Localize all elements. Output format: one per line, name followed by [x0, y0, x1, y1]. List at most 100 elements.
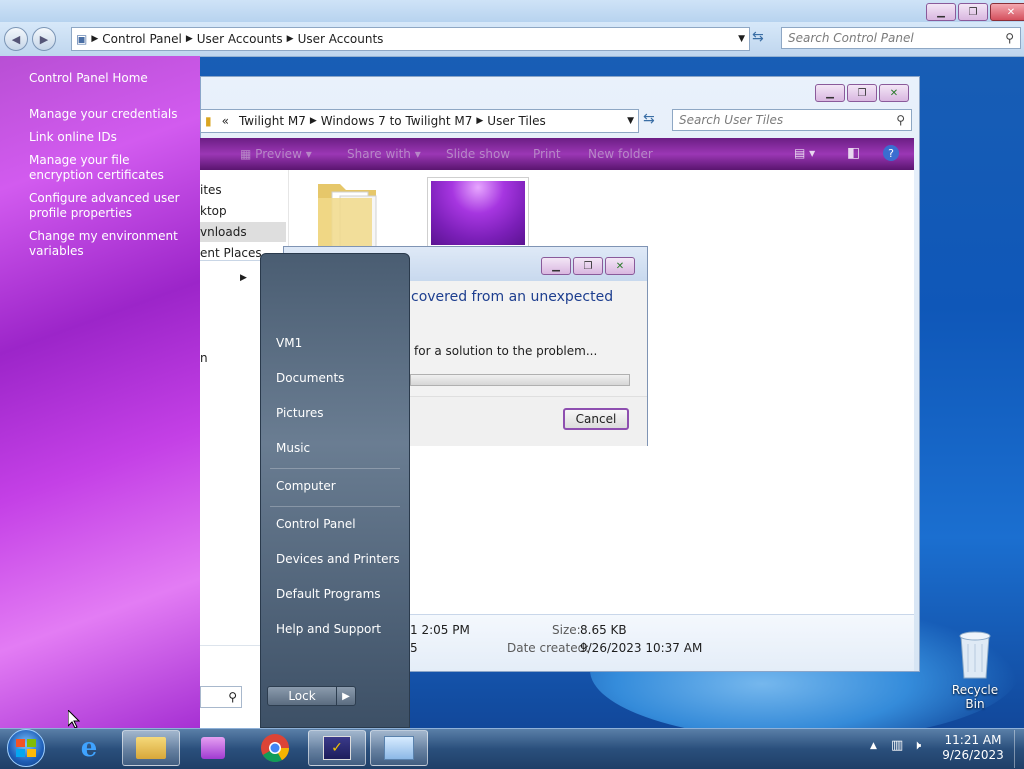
- breadcrumb-item[interactable]: Windows 7 to Twilight M7: [321, 114, 473, 128]
- details-modified-partial: 1 2:05 PM: [410, 623, 470, 637]
- start-menu-default-programs[interactable]: Default Programs: [276, 587, 381, 601]
- breadcrumb-separator-icon: ▶: [476, 116, 484, 126]
- task-link-credentials[interactable]: Manage your credentials: [29, 107, 189, 122]
- taskbar-chrome[interactable]: [246, 730, 304, 766]
- nav-item-recent-places[interactable]: ent Places: [200, 246, 262, 260]
- dialog-window-buttons: ▁ ❐ ✕: [541, 257, 635, 275]
- problem-reports-icon: ✓: [323, 736, 351, 760]
- search-icon[interactable]: ⚲: [1005, 31, 1014, 45]
- start-menu-devices-printers[interactable]: Devices and Printers: [276, 552, 400, 566]
- explorer-command-bar: ▦ Preview ▾ Share with ▾ Slide show Prin…: [200, 138, 914, 170]
- start-menu-user-vm1[interactable]: VM1: [276, 336, 302, 350]
- restore-button[interactable]: ❐: [847, 84, 877, 102]
- image-thumbnail[interactable]: [427, 177, 529, 249]
- nav-item-downloads[interactable]: vnloads: [200, 222, 286, 242]
- slide-show-button[interactable]: Slide show: [446, 147, 510, 161]
- start-menu-divider: [200, 645, 260, 646]
- taskbar-windows-explorer[interactable]: [122, 730, 180, 766]
- taskbar-control-panel[interactable]: [370, 730, 428, 766]
- change-view-icon[interactable]: ▤ ▾: [794, 146, 815, 160]
- start-menu-computer[interactable]: Computer: [276, 479, 336, 493]
- refresh-icon[interactable]: ⇆: [643, 111, 655, 127]
- restore-button[interactable]: ❐: [573, 257, 603, 275]
- task-link-home[interactable]: Control Panel Home: [29, 71, 189, 86]
- start-button[interactable]: [7, 729, 45, 767]
- clock-time: 11:21 AM: [944, 733, 1002, 747]
- address-dropdown-icon[interactable]: ▼: [627, 116, 634, 126]
- help-icon[interactable]: ?: [883, 145, 899, 161]
- new-folder-button[interactable]: New folder: [588, 147, 653, 161]
- explorer-address-bar[interactable]: ▮ « Twilight M7 ▶ Windows 7 to Twilight …: [200, 109, 639, 133]
- nav-item-desktop[interactable]: ktop: [200, 204, 227, 218]
- minimize-button[interactable]: ▁: [815, 84, 845, 102]
- shutdown-options-arrow-icon[interactable]: ▶: [336, 686, 356, 706]
- clock-date: 9/26/2023: [942, 748, 1004, 762]
- close-button[interactable]: ✕: [605, 257, 635, 275]
- start-menu-search-input[interactable]: ⚲: [200, 686, 242, 708]
- control-panel-task-pane: Control Panel Home Manage your credentia…: [0, 56, 200, 728]
- breadcrumb-item[interactable]: Control Panel: [102, 32, 182, 46]
- print-button[interactable]: Print: [533, 147, 561, 161]
- dialog-status-text: for a solution to the problem...: [414, 344, 598, 358]
- start-menu-music[interactable]: Music: [276, 441, 310, 455]
- dialog-heading: covered from an unexpected: [411, 289, 614, 305]
- start-menu-partial-item[interactable]: n: [200, 351, 208, 365]
- taskbar-clock[interactable]: 11:21 AM 9/26/2023: [936, 733, 1010, 763]
- restore-button[interactable]: ❐: [958, 3, 988, 21]
- submenu-arrow-icon[interactable]: ▶: [240, 273, 247, 283]
- control-panel-address-bar[interactable]: ▣ ▶ Control Panel ▶ User Accounts ▶ User…: [71, 27, 750, 51]
- task-link-online-ids[interactable]: Link online IDs: [29, 130, 189, 145]
- internet-explorer-icon: e: [80, 733, 98, 763]
- breadcrumb-item[interactable]: User Tiles: [487, 114, 545, 128]
- nav-item-favorites[interactable]: ites: [200, 183, 222, 197]
- control-panel-icon: [384, 736, 414, 760]
- search-icon[interactable]: ⚲: [228, 690, 237, 704]
- back-button[interactable]: ◀: [4, 27, 28, 51]
- close-button[interactable]: ✕: [990, 3, 1024, 21]
- start-menu-control-panel[interactable]: Control Panel: [276, 517, 356, 531]
- folder-icon[interactable]: [314, 178, 382, 249]
- breadcrumb-separator-icon: ▶: [309, 116, 317, 126]
- task-link-advanced-profile[interactable]: Configure advanced user profile properti…: [29, 191, 189, 221]
- network-icon[interactable]: ▥: [891, 738, 903, 753]
- start-menu-programs-pane: ▶ n: [200, 260, 260, 729]
- cancel-button[interactable]: Cancel: [563, 408, 629, 430]
- lock-button[interactable]: Lock: [267, 686, 337, 706]
- windows-logo-icon: [16, 739, 36, 757]
- breadcrumb-item[interactable]: User Accounts: [197, 32, 283, 46]
- close-button[interactable]: ✕: [879, 84, 909, 102]
- control-panel-search-input[interactable]: Search Control Panel ⚲: [781, 27, 1021, 49]
- search-icon[interactable]: ⚲: [896, 113, 905, 127]
- taskbar-media-player[interactable]: [184, 730, 242, 766]
- show-hidden-icons-icon[interactable]: ▲: [870, 741, 877, 751]
- taskbar-internet-explorer[interactable]: e: [60, 730, 118, 766]
- breadcrumb-item[interactable]: User Accounts: [298, 32, 384, 46]
- minimize-button[interactable]: ▁: [926, 3, 956, 21]
- folder-icon: [136, 737, 166, 759]
- share-with-button[interactable]: Share with ▾: [347, 147, 421, 161]
- task-link-encryption[interactable]: Manage your file encryption certificates: [29, 153, 189, 183]
- search-placeholder: Search User Tiles: [679, 113, 784, 127]
- details-size-label: Size:: [552, 623, 581, 637]
- breadcrumb-item[interactable]: Twilight M7: [239, 114, 306, 128]
- start-menu-help-support[interactable]: Help and Support: [276, 622, 381, 636]
- breadcrumb-separator-icon: ▶: [286, 34, 294, 44]
- breadcrumb-prefix[interactable]: «: [222, 114, 229, 128]
- preview-button[interactable]: ▦ Preview ▾: [240, 147, 312, 161]
- show-desktop-button[interactable]: [1014, 730, 1024, 768]
- preview-pane-icon[interactable]: ◧: [847, 145, 860, 161]
- explorer-search-input[interactable]: Search User Tiles ⚲: [672, 109, 912, 131]
- start-menu-separator: [270, 468, 400, 469]
- refresh-icon[interactable]: ⇆: [752, 29, 764, 45]
- start-menu-documents[interactable]: Documents: [276, 371, 344, 385]
- taskbar-problem-reports[interactable]: ✓: [308, 730, 366, 766]
- task-link-environment-variables[interactable]: Change my environment variables: [29, 229, 189, 259]
- explorer-window-buttons: ▁ ❐ ✕: [815, 84, 909, 102]
- minimize-button[interactable]: ▁: [541, 257, 571, 275]
- address-dropdown-icon[interactable]: ▼: [738, 34, 745, 44]
- recycle-bin[interactable]: Recycle Bin: [944, 630, 1006, 711]
- start-menu-pictures[interactable]: Pictures: [276, 406, 324, 420]
- recycle-bin-icon: [959, 631, 991, 679]
- forward-button[interactable]: ▶: [32, 27, 56, 51]
- volume-muted-icon[interactable]: 🕨: [913, 738, 921, 753]
